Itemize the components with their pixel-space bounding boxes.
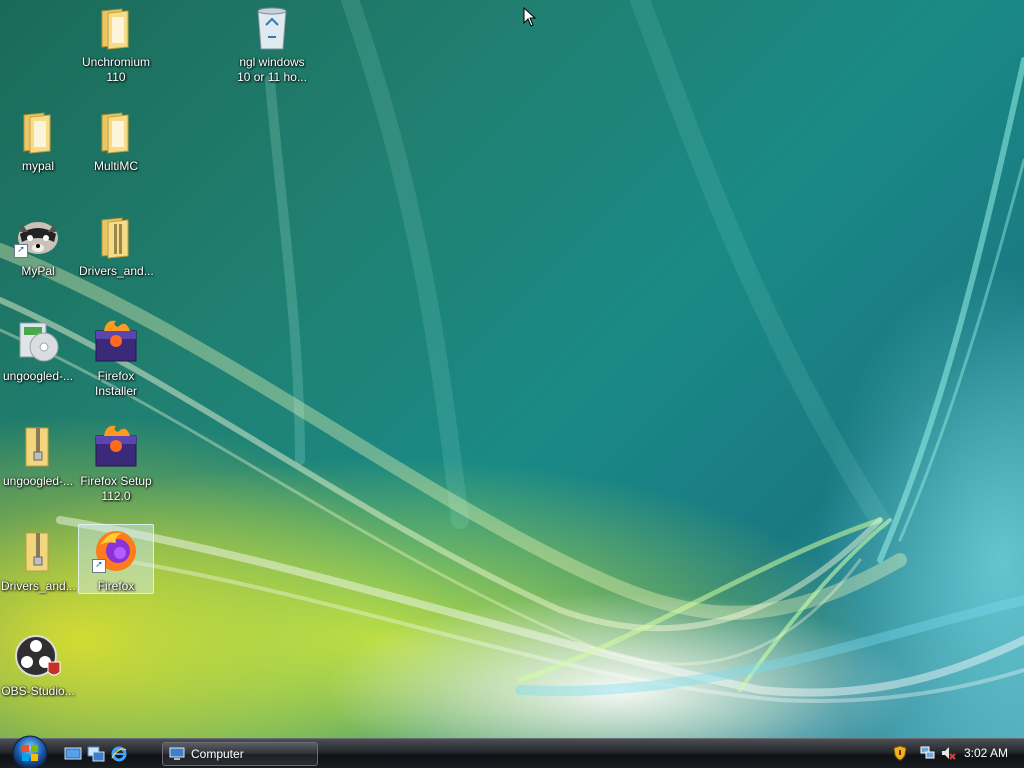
- desktop-icon-label: MultiMC: [94, 159, 138, 173]
- clock[interactable]: 3:02 AM: [964, 739, 1008, 767]
- desktop-icon-label: Unchromium 110: [81, 55, 150, 84]
- desktop-icon-ungoogled-installer[interactable]: ungoogled-...: [0, 314, 76, 414]
- desktop-icon-firefox-setup[interactable]: Firefox Setup 112.0: [78, 419, 154, 519]
- folder-icon: [14, 107, 62, 155]
- recycle-bin-icon: [248, 3, 296, 51]
- taskbar-button-computer[interactable]: Computer: [162, 742, 318, 766]
- desktop-icon-label: MyPal: [21, 264, 55, 278]
- desktop-icon-label: Drivers_and...: [79, 264, 154, 278]
- desktop-icon-label: ungoogled-...: [2, 474, 74, 488]
- desktop-icon-label: Firefox Installer: [94, 369, 138, 398]
- shortcut-arrow-icon: ➚: [92, 559, 106, 573]
- obs-studio-icon: [14, 632, 62, 680]
- desktop-icon-recycle-bin[interactable]: ngl windows 10 or 11 ho...: [234, 0, 310, 100]
- taskbar-button-label: Computer: [191, 747, 244, 761]
- desktop-icon-mypal-folder[interactable]: mypal: [0, 104, 76, 204]
- security-shield-icon[interactable]: [892, 745, 908, 761]
- system-tray: 3:02 AM: [884, 739, 1024, 768]
- desktop-icon-obs-studio[interactable]: OBS-Studio...: [0, 629, 76, 729]
- desktop-icon-drivers-folder[interactable]: Drivers_and...: [78, 209, 154, 309]
- desktop[interactable]: mypal ➚ MyPal ungoogled-... ungoogled-..…: [0, 0, 1024, 738]
- windows-orb-icon: [12, 735, 48, 768]
- zip-folder-icon: [14, 527, 62, 575]
- firefox-installer-icon: [92, 317, 140, 365]
- switch-windows-icon[interactable]: [87, 746, 105, 762]
- folder-icon: [92, 212, 140, 260]
- folder-icon: [92, 107, 140, 155]
- volume-muted-icon[interactable]: [940, 745, 956, 761]
- show-desktop-icon[interactable]: [64, 746, 82, 762]
- start-button[interactable]: [8, 735, 52, 768]
- folder-icon: [92, 3, 140, 51]
- desktop-icon-firefox-shortcut[interactable]: ➚ Firefox: [78, 524, 154, 594]
- desktop-icon-multimc-folder[interactable]: MultiMC: [78, 104, 154, 204]
- desktop-icon-drivers-zip[interactable]: Drivers_and...: [0, 524, 76, 624]
- installer-icon: [14, 317, 62, 365]
- desktop-icon-mypal-shortcut[interactable]: ➚ MyPal: [0, 209, 76, 309]
- taskbar: Computer 3:02 AM: [0, 735, 1024, 768]
- desktop-icon-label: ungoogled-...: [2, 369, 74, 383]
- zip-folder-icon: [14, 422, 62, 470]
- desktop-icon-firefox-installer[interactable]: Firefox Installer: [78, 314, 154, 414]
- desktop-icon-label: mypal: [21, 159, 54, 173]
- desktop-icon-label: Firefox: [97, 579, 135, 593]
- mouse-pointer-icon: [523, 7, 537, 27]
- desktop-icon-label: Firefox Setup 112.0: [80, 474, 152, 503]
- mypal-raccoon-icon: ➚: [14, 212, 62, 260]
- firefox-icon: ➚: [92, 527, 140, 575]
- desktop-icon-ungoogled-zip[interactable]: ungoogled-...: [0, 419, 76, 519]
- computer-icon: [169, 747, 185, 760]
- desktop-icon-unchromium-folder[interactable]: Unchromium 110: [78, 0, 154, 100]
- desktop-icon-label: OBS-Studio...: [1, 684, 75, 698]
- desktop-icon-label: ngl windows 10 or 11 ho...: [237, 55, 307, 84]
- network-icon[interactable]: [920, 745, 936, 761]
- internet-explorer-icon[interactable]: [110, 746, 128, 762]
- firefox-installer-icon: [92, 422, 140, 470]
- shortcut-arrow-icon: ➚: [14, 244, 28, 258]
- desktop-icon-label: Drivers_and...: [1, 579, 76, 593]
